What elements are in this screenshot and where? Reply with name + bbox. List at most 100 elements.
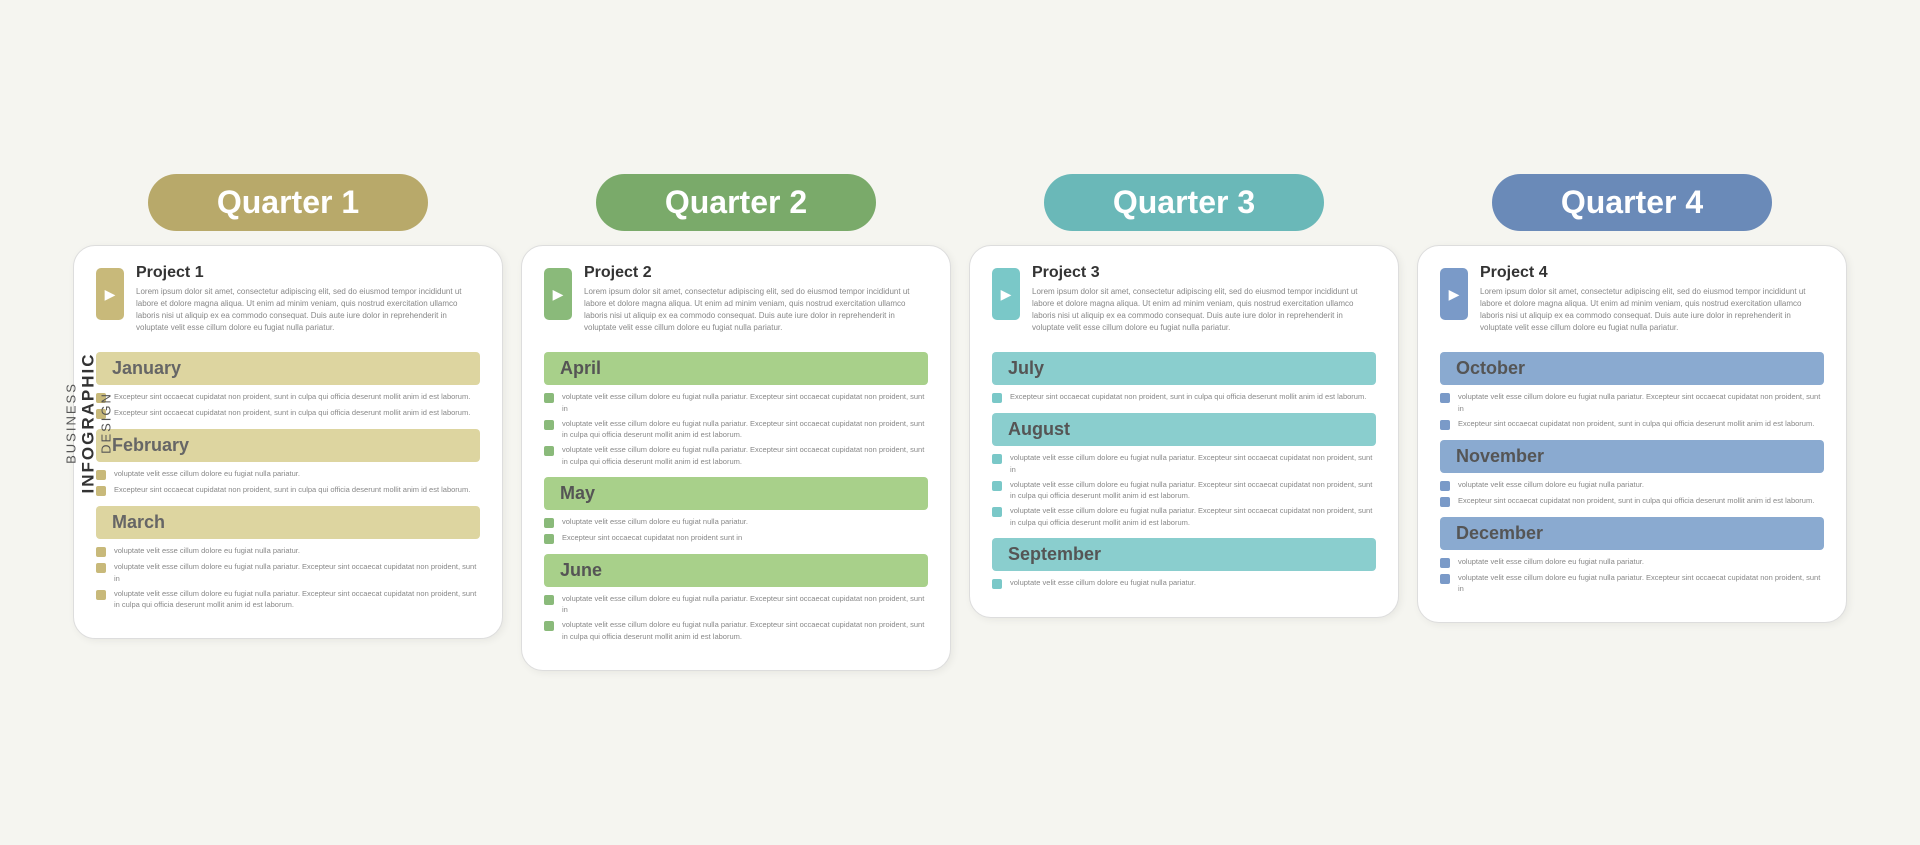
project-description-q1: Lorem ipsum dolor sit amet, consectetur … xyxy=(136,286,480,334)
bullet-square-icon xyxy=(544,621,554,631)
quarter-badge-q2: Quarter 2 xyxy=(596,174,876,231)
project-section-q3: ▶Project 3Lorem ipsum dolor sit amet, co… xyxy=(992,264,1376,334)
bullet-square-icon xyxy=(544,595,554,605)
bullet-item: voluptate velit esse cillum dolore eu fu… xyxy=(992,452,1376,475)
quarter-badge-q1: Quarter 1 xyxy=(148,174,428,231)
project-description-q3: Lorem ipsum dolor sit amet, consectetur … xyxy=(1032,286,1376,334)
bullet-item: voluptate velit esse cillum dolore eu fu… xyxy=(1440,572,1824,595)
bullet-square-icon xyxy=(96,563,106,573)
bullet-item: Excepteur sint occaecat cupidatat non pr… xyxy=(96,484,480,496)
bullet-text: voluptate velit esse cillum dolore eu fu… xyxy=(1010,505,1376,528)
month-bar-q4-0: October xyxy=(1440,352,1824,385)
bullet-text: voluptate velit esse cillum dolore eu fu… xyxy=(114,468,300,479)
arrow-icon: ▶ xyxy=(1001,286,1012,303)
bullet-square-icon xyxy=(992,454,1002,464)
bullet-text: voluptate velit esse cillum dolore eu fu… xyxy=(114,588,480,611)
project-text-q4: Project 4Lorem ipsum dolor sit amet, con… xyxy=(1480,264,1824,334)
month-section-q2-2: June voluptate velit esse cillum dolore e… xyxy=(544,554,928,642)
bullet-square-icon xyxy=(96,547,106,557)
month-section-q4-2: December voluptate velit esse cillum dolo… xyxy=(1440,517,1824,595)
bullet-square-icon xyxy=(992,481,1002,491)
bullet-square-icon xyxy=(544,420,554,430)
month-bar-q2-1: May xyxy=(544,477,928,510)
bullet-item: voluptate velit esse cillum dolore eu fu… xyxy=(544,444,928,467)
month-bar-q2-2: June xyxy=(544,554,928,587)
project-text-q1: Project 1 Lorem ipsum dolor sit amet, con… xyxy=(136,264,480,334)
quarter-col-q3: Quarter 3 ▶Project 3Lorem ipsum dolor sit… xyxy=(969,174,1399,618)
project-description-q2: Lorem ipsum dolor sit amet, consectetur … xyxy=(584,286,928,334)
project-arrow-q2: ▶ xyxy=(544,268,572,320)
project-section-q4: ▶ Project 4Lorem ipsum dolor sit amet, co… xyxy=(1440,264,1824,334)
bullet-square-icon xyxy=(544,446,554,456)
project-title-q2: Project 2 xyxy=(584,264,928,282)
month-bar-q1-0: January xyxy=(96,352,480,385)
bullet-text: voluptate velit esse cillum dolore eu fu… xyxy=(1458,391,1824,414)
quarter-card-q4: ▶ Project 4Lorem ipsum dolor sit amet, co… xyxy=(1417,245,1847,623)
bullet-text: voluptate velit esse cillum dolore eu fu… xyxy=(1458,479,1644,490)
bullet-item: voluptate velit esse cillum dolore eu fu… xyxy=(992,479,1376,502)
bullet-text: Excepteur sint occaecat cupidatat non pr… xyxy=(1458,495,1814,506)
arrow-icon: ▶ xyxy=(1449,286,1460,303)
bullet-item: voluptate velit esse cillum dolore eu fu… xyxy=(992,577,1376,589)
quarter-badge-q4: Quarter 4 xyxy=(1492,174,1772,231)
bullet-item: voluptate velit esse cillum dolore eu fu… xyxy=(992,505,1376,528)
quarter-card-q2: ▶ Project 2 Lorem ipsum dolor sit amet, co… xyxy=(521,245,951,671)
bullet-text: voluptate velit esse cillum dolore eu fu… xyxy=(562,593,928,616)
bullet-item: Excepteur sint occaecat cupidatat non pr… xyxy=(1440,495,1824,507)
bullet-square-icon xyxy=(992,393,1002,403)
month-bar-q2-0: April xyxy=(544,352,928,385)
bullet-square-icon xyxy=(1440,574,1450,584)
bullet-square-icon xyxy=(992,507,1002,517)
bullet-text: Excepteur sint occaecat cupidatat non pr… xyxy=(114,391,470,402)
bullet-item: voluptate velit esse cillum dolore eu fu… xyxy=(544,418,928,441)
bullet-text: Excepteur sint occaecat cupidatat non pr… xyxy=(1458,418,1814,429)
quarter-badge-q3: Quarter 3 xyxy=(1044,174,1324,231)
quarter-col-q1: Quarter 1 ▶ Project 1 Lorem ipsum dolor sit… xyxy=(73,174,503,639)
bullet-item: Excepteur sint occaecat cupidatat non pr… xyxy=(96,407,480,419)
project-title-q1: Project 1 xyxy=(136,264,480,282)
month-bar-q1-1: February xyxy=(96,429,480,462)
bullet-item: voluptate velit esse cillum dolore eu fu… xyxy=(1440,391,1824,414)
project-description-q4: Lorem ipsum dolor sit amet, consectetur … xyxy=(1480,286,1824,334)
bullet-item: voluptate velit esse cillum dolore eu fu… xyxy=(1440,556,1824,568)
quarter-card-q3: ▶Project 3Lorem ipsum dolor sit amet, co… xyxy=(969,245,1399,618)
bullet-text: voluptate velit esse cillum dolore eu fu… xyxy=(1458,572,1824,595)
side-label: BUSINESS INFOGRAPHIC DESIGN xyxy=(64,352,114,493)
bullet-text: voluptate velit esse cillum dolore eu fu… xyxy=(1010,577,1196,588)
month-section-q1-0: January Excepteur sint occaecat cupidatat… xyxy=(96,352,480,419)
bullet-text: voluptate velit esse cillum dolore eu fu… xyxy=(114,545,300,556)
month-bar-q1-2: March xyxy=(96,506,480,539)
bullet-text: voluptate velit esse cillum dolore eu fu… xyxy=(562,619,928,642)
bullet-item: voluptate velit esse cillum dolore eu fu… xyxy=(96,588,480,611)
month-section-q3-1: Augustvoluptate velit esse cillum dolore… xyxy=(992,413,1376,528)
project-arrow-q3: ▶ xyxy=(992,268,1020,320)
bullet-item: voluptate velit esse cillum dolore eu fu… xyxy=(1440,479,1824,491)
bullet-square-icon xyxy=(544,393,554,403)
month-bar-q4-1: November xyxy=(1440,440,1824,473)
month-section-q2-0: April voluptate velit esse cillum dolore … xyxy=(544,352,928,467)
bullet-item: voluptate velit esse cillum dolore eu fu… xyxy=(96,468,480,480)
month-bar-q4-2: December xyxy=(1440,517,1824,550)
bullet-square-icon xyxy=(1440,393,1450,403)
bullet-item: voluptate velit esse cillum dolore eu fu… xyxy=(96,561,480,584)
bullet-text: voluptate velit esse cillum dolore eu fu… xyxy=(1458,556,1644,567)
bullet-square-icon xyxy=(1440,481,1450,491)
bullet-text: voluptate velit esse cillum dolore eu fu… xyxy=(114,561,480,584)
month-section-q1-2: March voluptate velit esse cillum dolore … xyxy=(96,506,480,610)
bullet-square-icon xyxy=(544,534,554,544)
arrow-icon: ▶ xyxy=(105,286,116,303)
bullet-text: Excepteur sint occaecat cupidatat non pr… xyxy=(562,532,742,543)
project-text-q2: Project 2 Lorem ipsum dolor sit amet, con… xyxy=(584,264,928,334)
month-section-q3-2: Septembervoluptate velit esse cillum dol… xyxy=(992,538,1376,589)
bullet-text: voluptate velit esse cillum dolore eu fu… xyxy=(562,444,928,467)
bullet-text: Excepteur sint occaecat cupidatat non pr… xyxy=(114,484,470,495)
project-arrow-q4: ▶ xyxy=(1440,268,1468,320)
project-section-q2: ▶ Project 2 Lorem ipsum dolor sit amet, co… xyxy=(544,264,928,334)
bullet-item: voluptate velit esse cillum dolore eu fu… xyxy=(544,391,928,414)
month-bar-q3-0: July xyxy=(992,352,1376,385)
month-section-q4-0: October voluptate velit esse cillum dolor… xyxy=(1440,352,1824,430)
bullet-text: voluptate velit esse cillum dolore eu fu… xyxy=(1010,452,1376,475)
bullet-item: voluptate velit esse cillum dolore eu fu… xyxy=(544,593,928,616)
bullet-square-icon xyxy=(96,590,106,600)
quarters-container: Quarter 1 ▶ Project 1 Lorem ipsum dolor sit… xyxy=(13,144,1907,701)
